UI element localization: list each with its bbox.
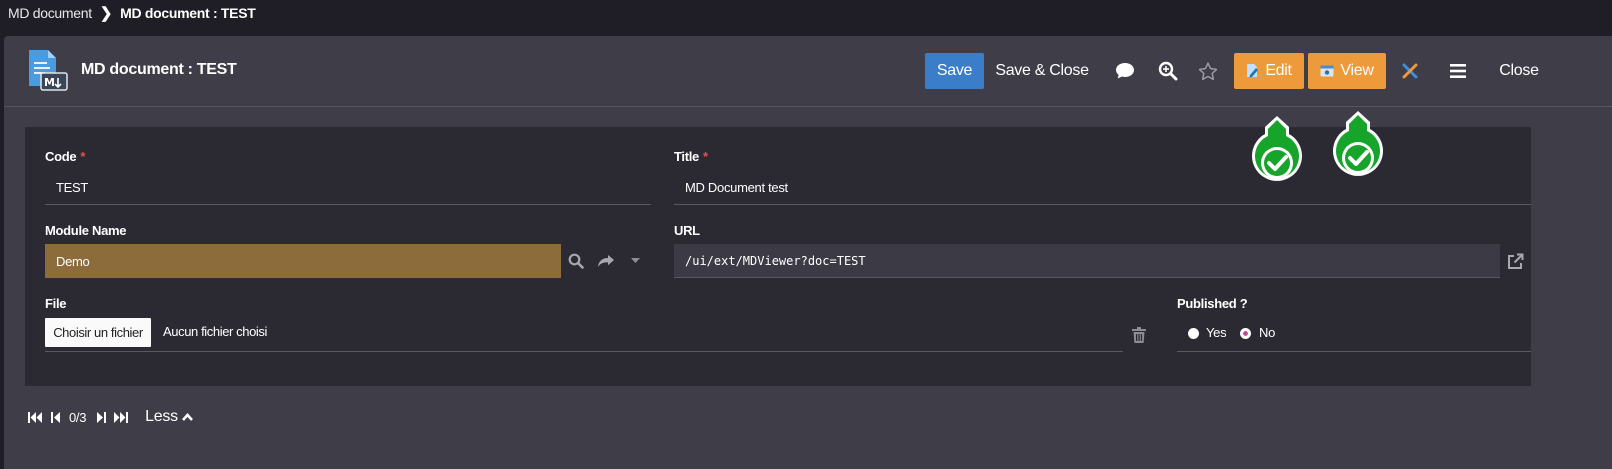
code-field[interactable]: TEST bbox=[45, 171, 651, 205]
published-yes-radio[interactable] bbox=[1188, 328, 1199, 339]
page-title: MD document : TEST bbox=[81, 61, 237, 78]
first-record-icon[interactable] bbox=[28, 411, 42, 423]
edit-document-icon bbox=[1247, 64, 1259, 78]
save-and-close-button[interactable]: Save & Close bbox=[989, 53, 1095, 89]
close-button[interactable]: Close bbox=[1487, 53, 1551, 89]
title-label: Title * bbox=[674, 149, 708, 164]
file-status: Aucun fichier choisi bbox=[163, 324, 267, 339]
next-record-icon[interactable] bbox=[97, 411, 107, 423]
module-name-label: Module Name bbox=[45, 223, 127, 238]
choose-file-button[interactable]: Choisir un fichier bbox=[45, 318, 151, 347]
svg-text:M: M bbox=[44, 76, 55, 89]
chevron-right-icon: ❯ bbox=[99, 5, 113, 22]
file-label: File bbox=[45, 296, 67, 311]
last-record-icon[interactable] bbox=[114, 411, 129, 423]
comment-icon[interactable] bbox=[1112, 58, 1138, 84]
less-label: Less bbox=[145, 408, 178, 425]
record-pager: 0/3 Less bbox=[28, 406, 193, 428]
search-icon[interactable] bbox=[566, 251, 586, 271]
breadcrumb: MD document ❯ MD document : TEST bbox=[8, 3, 256, 23]
edit-button[interactable]: Edit bbox=[1234, 53, 1304, 89]
published-no-label: No bbox=[1259, 325, 1276, 340]
published-yes-label: Yes bbox=[1206, 325, 1227, 340]
published-label: Published ? bbox=[1177, 296, 1248, 311]
module-name-field[interactable]: Demo bbox=[45, 244, 561, 278]
form-header: M MD document : TEST Save Save & Close E… bbox=[4, 36, 1612, 107]
previous-record-icon[interactable] bbox=[51, 411, 60, 423]
record-position: 0/3 bbox=[69, 409, 87, 425]
code-label: Code * bbox=[45, 149, 86, 164]
document-panel: M MD document : TEST Save Save & Close E… bbox=[4, 36, 1612, 469]
published-no-radio[interactable] bbox=[1240, 328, 1251, 339]
less-toggle[interactable]: Less bbox=[145, 408, 193, 426]
caret-down-icon[interactable] bbox=[628, 253, 642, 269]
star-icon[interactable] bbox=[1195, 58, 1221, 84]
tools-icon[interactable] bbox=[1397, 58, 1423, 84]
menu-icon[interactable] bbox=[1445, 58, 1471, 84]
file-divider bbox=[45, 351, 1123, 352]
share-arrow-icon[interactable] bbox=[595, 251, 617, 271]
view-button-label: View bbox=[1340, 62, 1374, 79]
url-label: URL bbox=[674, 223, 700, 238]
view-button[interactable]: View bbox=[1308, 53, 1386, 89]
trash-icon[interactable] bbox=[1130, 325, 1148, 345]
view-check-marker bbox=[1333, 111, 1383, 176]
external-link-icon[interactable] bbox=[1505, 251, 1525, 271]
preview-icon bbox=[1320, 65, 1334, 77]
url-field[interactable]: /ui/ext/MDViewer?doc=TEST bbox=[674, 244, 1500, 278]
search-detail-icon[interactable] bbox=[1155, 58, 1181, 84]
breadcrumb-parent-link[interactable]: MD document bbox=[8, 5, 92, 21]
save-button[interactable]: Save bbox=[925, 53, 984, 89]
markdown-document-icon: M bbox=[29, 50, 68, 91]
edit-check-marker bbox=[1252, 116, 1302, 181]
edit-button-label: Edit bbox=[1265, 62, 1292, 79]
title-field[interactable]: MD Document test bbox=[674, 171, 1531, 205]
chevron-up-icon bbox=[181, 413, 193, 421]
breadcrumb-current: MD document : TEST bbox=[120, 5, 256, 21]
published-divider bbox=[1177, 351, 1531, 352]
